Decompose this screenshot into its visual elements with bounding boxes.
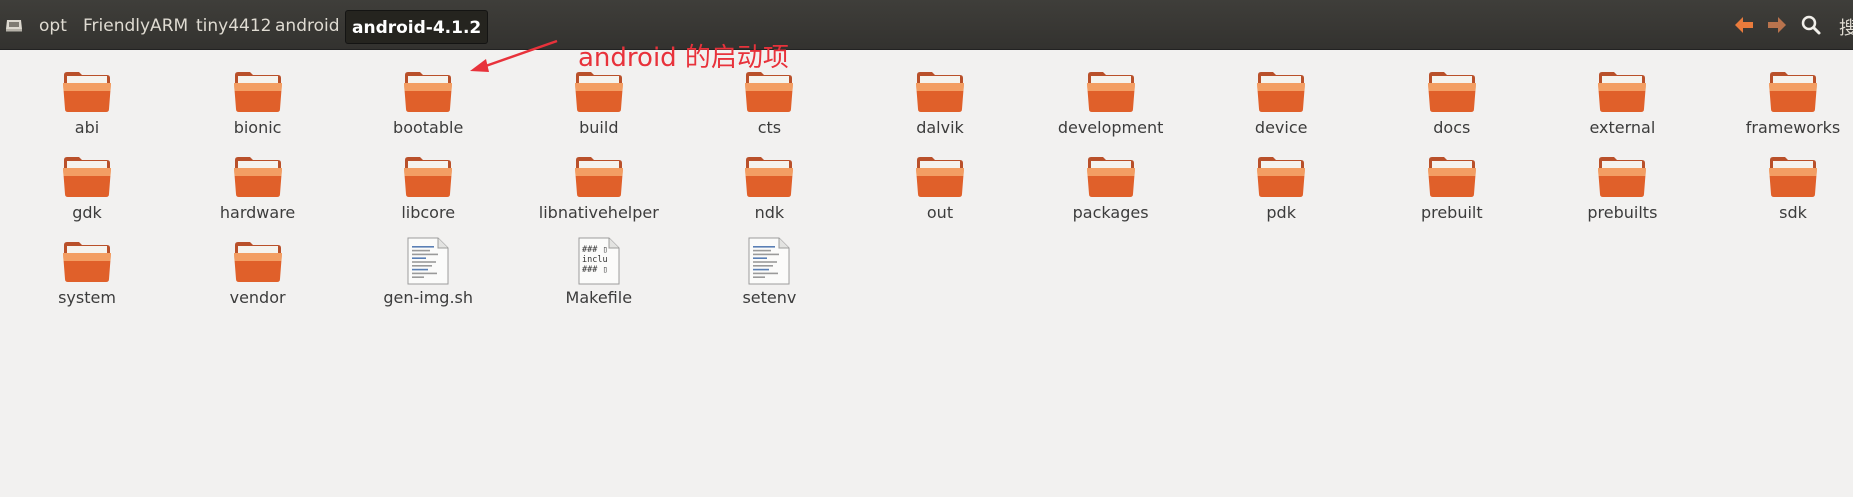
folder-item[interactable]: hardware bbox=[183, 148, 333, 228]
folder-icon bbox=[1086, 72, 1135, 112]
folder-item[interactable]: gdk bbox=[12, 148, 162, 228]
item-label: sdk bbox=[1779, 203, 1807, 222]
folder-icon bbox=[63, 242, 111, 282]
folder-icon bbox=[233, 72, 282, 112]
folder-icon bbox=[574, 157, 623, 197]
folder-icon bbox=[1257, 72, 1306, 112]
folder-icon bbox=[63, 157, 111, 197]
breadcrumb-friendlyarm[interactable]: FriendlyARM bbox=[83, 16, 188, 36]
item-label: packages bbox=[1072, 203, 1149, 222]
annotation-text: android 的启动项 bbox=[578, 43, 789, 73]
folder-item[interactable]: pdk bbox=[1206, 148, 1356, 228]
folder-item[interactable]: frameworks bbox=[1718, 63, 1853, 143]
item-label: cts bbox=[757, 118, 782, 137]
folder-item[interactable]: sdk bbox=[1718, 148, 1853, 228]
file-item[interactable]: gen-img.sh bbox=[353, 233, 503, 313]
folder-item[interactable]: out bbox=[865, 148, 1015, 228]
folder-item[interactable]: prebuilt bbox=[1377, 148, 1527, 228]
folder-item[interactable]: packages bbox=[1036, 148, 1186, 228]
folder-icon bbox=[1769, 72, 1817, 112]
folder-item[interactable]: device bbox=[1206, 63, 1356, 143]
folder-item[interactable]: bionic bbox=[183, 63, 333, 143]
folder-item[interactable]: docs bbox=[1377, 63, 1527, 143]
folder-icon bbox=[745, 72, 794, 112]
item-label: ndk bbox=[754, 203, 785, 222]
item-label: frameworks bbox=[1745, 118, 1841, 137]
file-item[interactable]: ### ▯ inclu ### ▯ Makefile bbox=[524, 233, 674, 313]
folder-item[interactable]: libnativehelper bbox=[524, 148, 674, 228]
folder-icon bbox=[1769, 157, 1817, 197]
item-label: bootable bbox=[393, 118, 464, 137]
folder-icon bbox=[404, 157, 453, 197]
folder-icon bbox=[1598, 72, 1647, 112]
item-label: libnativehelper bbox=[538, 203, 659, 222]
breadcrumb-android[interactable]: android bbox=[275, 16, 340, 36]
item-label: gen-img.sh bbox=[383, 288, 474, 307]
item-label: hardware bbox=[219, 203, 296, 222]
script-file-icon bbox=[407, 237, 449, 285]
folder-item[interactable]: libcore bbox=[353, 148, 503, 228]
text-file-icon: ### ▯inclu### ▯ bbox=[578, 237, 620, 285]
svg-text:### ▯: ### ▯ bbox=[582, 245, 608, 255]
folder-icon bbox=[1427, 157, 1476, 197]
search-label[interactable]: 搜索 bbox=[1839, 14, 1853, 40]
folder-item[interactable]: prebuilts bbox=[1547, 148, 1697, 228]
folder-item[interactable]: system bbox=[12, 233, 162, 313]
folder-icon bbox=[574, 72, 623, 112]
folder-item[interactable]: external bbox=[1547, 63, 1697, 143]
item-label: build bbox=[579, 118, 619, 137]
folder-icon bbox=[916, 72, 964, 112]
folder-item[interactable]: development bbox=[1036, 63, 1186, 143]
item-label: system bbox=[58, 288, 116, 307]
item-label: prebuilts bbox=[1587, 203, 1658, 222]
folder-icon bbox=[233, 157, 282, 197]
file-grid: abi bionic bootable build cts dalvik dev… bbox=[0, 50, 1853, 497]
folder-icon bbox=[404, 72, 453, 112]
file-item[interactable]: setenv bbox=[694, 233, 844, 313]
folder-item[interactable]: cts bbox=[694, 63, 844, 143]
item-label: pdk bbox=[1266, 203, 1296, 222]
breadcrumb-tiny4412[interactable]: tiny4412 bbox=[196, 16, 272, 36]
search-icon[interactable] bbox=[1799, 13, 1823, 37]
folder-icon bbox=[63, 72, 111, 112]
folder-icon bbox=[745, 157, 794, 197]
item-label: dalvik bbox=[916, 118, 964, 137]
script-file-icon bbox=[748, 237, 790, 285]
breadcrumb-opt[interactable]: opt bbox=[39, 16, 67, 36]
item-label: libcore bbox=[401, 203, 456, 222]
svg-text:inclu: inclu bbox=[582, 255, 608, 265]
annotation-arrow-icon bbox=[470, 39, 558, 72]
folder-item[interactable]: vendor bbox=[183, 233, 333, 313]
drive-icon[interactable] bbox=[5, 19, 23, 32]
item-label: device bbox=[1254, 118, 1308, 137]
item-label: out bbox=[926, 203, 954, 222]
item-label: vendor bbox=[229, 288, 286, 307]
folder-icon bbox=[1086, 157, 1135, 197]
item-label: gdk bbox=[72, 203, 102, 222]
item-label: Makefile bbox=[565, 288, 633, 307]
folder-icon bbox=[916, 157, 964, 197]
svg-text:### ▯: ### ▯ bbox=[582, 265, 608, 275]
item-label: prebuilt bbox=[1420, 203, 1483, 222]
item-label: external bbox=[1589, 118, 1656, 137]
item-label: setenv bbox=[742, 288, 797, 307]
forward-arrow-icon[interactable] bbox=[1765, 13, 1789, 37]
item-label: docs bbox=[1433, 118, 1471, 137]
folder-icon bbox=[233, 242, 282, 282]
folder-icon bbox=[1257, 157, 1306, 197]
item-label: bionic bbox=[233, 118, 282, 137]
folder-icon bbox=[1427, 72, 1476, 112]
folder-item[interactable]: dalvik bbox=[865, 63, 1015, 143]
back-arrow-icon[interactable] bbox=[1732, 13, 1756, 37]
item-label: abi bbox=[74, 118, 100, 137]
folder-item[interactable]: ndk bbox=[694, 148, 844, 228]
item-label: development bbox=[1057, 118, 1164, 137]
folder-item[interactable]: abi bbox=[12, 63, 162, 143]
toolbar: opt FriendlyARM tiny4412 android android… bbox=[0, 0, 1853, 50]
folder-icon bbox=[1598, 157, 1647, 197]
